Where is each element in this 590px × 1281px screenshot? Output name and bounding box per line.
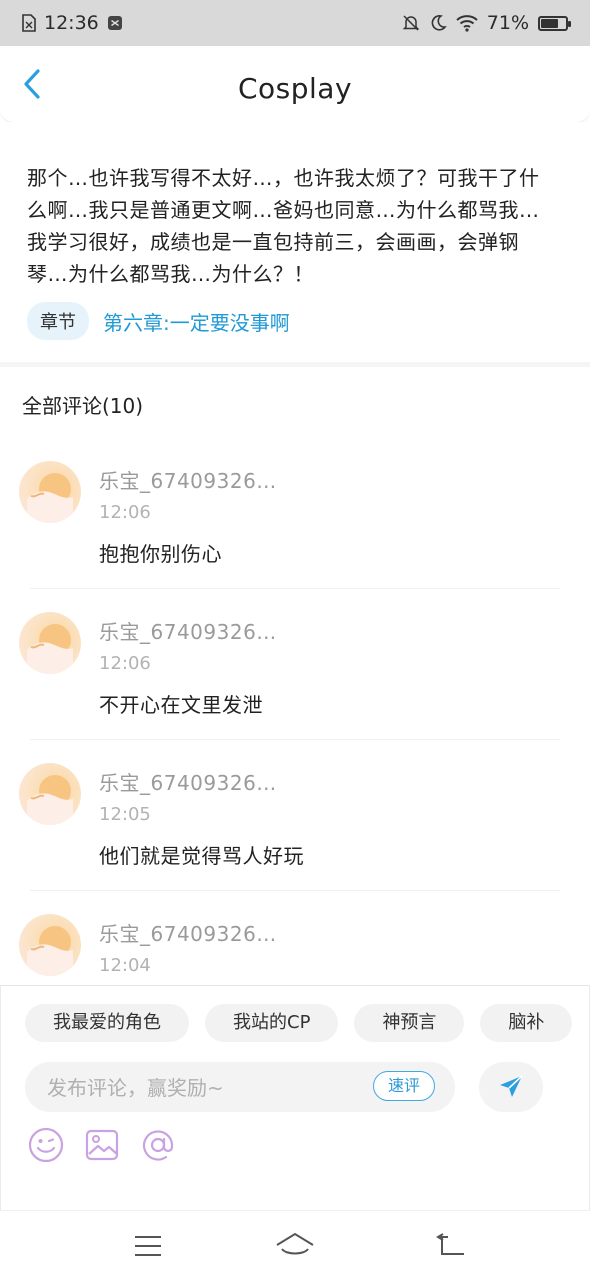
- comment-divider: [30, 739, 560, 740]
- comment-author[interactable]: 乐宝_67409326…: [99, 918, 277, 947]
- avatar[interactable]: [19, 914, 81, 976]
- wifi-icon: [456, 14, 478, 32]
- comment-divider: [30, 890, 560, 891]
- comment-time: 12:05: [99, 804, 151, 825]
- avatar[interactable]: [19, 461, 81, 523]
- status-bar: 12:36 71%: [0, 0, 590, 46]
- comment-author[interactable]: 乐宝_67409326…: [99, 616, 277, 645]
- comment-time: 12:04: [99, 955, 151, 976]
- back-icon: [436, 1233, 464, 1255]
- comment-author[interactable]: 乐宝_67409326…: [99, 767, 277, 796]
- comment-divider: [30, 588, 560, 589]
- status-right: 71%: [402, 12, 571, 34]
- battery-icon: [538, 15, 571, 31]
- battery-percent: 71%: [486, 12, 529, 34]
- nav-menu-button[interactable]: [128, 1229, 168, 1263]
- avatar[interactable]: [19, 612, 81, 674]
- topic-chip[interactable]: 我最爱的角色: [25, 1004, 189, 1042]
- comment-text: 他们就是觉得骂人好玩: [99, 844, 304, 868]
- comment-time: 12:06: [99, 502, 151, 523]
- topic-chip[interactable]: 我站的CP: [205, 1004, 339, 1042]
- top-app-bar: Cosplay: [0, 46, 590, 123]
- page-title: Cosplay: [237, 72, 353, 105]
- topic-chips: 我最爱的角色 我站的CP 神预言 脑补: [25, 1004, 573, 1042]
- mention-icon[interactable]: [139, 1126, 177, 1164]
- comment-author[interactable]: 乐宝_67409326…: [99, 465, 277, 494]
- chapter-tag: 章节: [27, 302, 89, 340]
- system-nav-bar: [0, 1210, 590, 1281]
- composer-tools: [27, 1126, 177, 1164]
- image-icon[interactable]: [83, 1126, 121, 1164]
- status-time: 12:36: [44, 12, 99, 34]
- emoji-icon[interactable]: [27, 1126, 65, 1164]
- sim-icon: [22, 14, 36, 32]
- avatar[interactable]: [19, 763, 81, 825]
- nav-home-button[interactable]: [275, 1229, 315, 1263]
- moon-icon: [429, 14, 447, 32]
- comment-time: 12:06: [99, 653, 151, 674]
- comment-item[interactable]: 乐宝_67409326… 12:06 抱抱你别伤心: [0, 461, 590, 611]
- mute-bell-icon: [402, 14, 420, 32]
- comment-input-box[interactable]: 速评: [25, 1062, 455, 1114]
- app-notification-icon: [107, 15, 123, 31]
- status-left: 12:36: [22, 12, 123, 34]
- comment-item[interactable]: 乐宝_67409326… 12:06 不开心在文里发泄: [0, 612, 590, 762]
- comments-title: 全部评论(10): [22, 394, 144, 418]
- menu-icon: [135, 1236, 161, 1256]
- comment-input[interactable]: [45, 1062, 349, 1114]
- battery-level: [541, 18, 558, 28]
- comment-text: 不开心在文里发泄: [99, 693, 263, 717]
- comment-composer: 我最爱的角色 我站的CP 神预言 脑补 速评: [0, 985, 590, 1210]
- home-icon: [276, 1232, 314, 1255]
- post-text: 那个…也许我写得不太好…，也许我太烦了？可我干了什么啊…我只是普通更文啊…爸妈也…: [27, 166, 540, 286]
- comment-item[interactable]: 乐宝_67409326… 12:05 他们就是觉得骂人好玩: [0, 763, 590, 913]
- topic-chip[interactable]: 神预言: [354, 1004, 465, 1042]
- topic-chip[interactable]: 脑补: [480, 1004, 573, 1042]
- nav-back-button[interactable]: [430, 1229, 470, 1263]
- send-icon: [500, 1075, 523, 1097]
- quick-review-button[interactable]: 速评: [372, 1071, 435, 1101]
- chapter-row: 章节 第六章:一定要没事啊: [27, 302, 290, 340]
- chapter-link[interactable]: 第六章:一定要没事啊: [103, 307, 290, 336]
- section-divider: [0, 362, 590, 367]
- send-button[interactable]: [479, 1062, 543, 1112]
- comment-text: 抱抱你别伤心: [99, 542, 222, 566]
- post-card: 那个…也许我写得不太好…，也许我太烦了？可我干了什么啊…我只是普通更文啊…爸妈也…: [0, 122, 590, 362]
